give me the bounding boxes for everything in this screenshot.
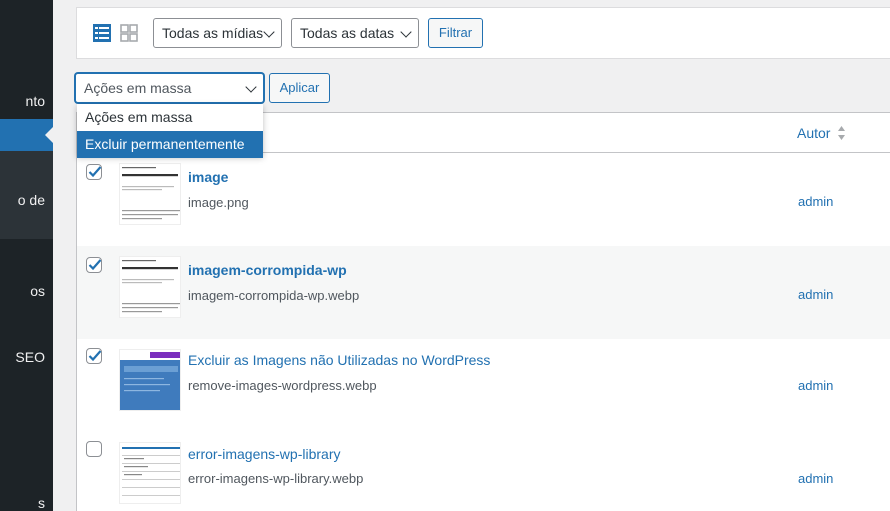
author-link[interactable]: admin (798, 471, 833, 486)
media-title-link[interactable]: error-imagens-wp-library (188, 446, 340, 462)
check-icon (88, 166, 102, 178)
thumbnail-image[interactable] (119, 349, 181, 411)
column-header-author[interactable]: Autor (797, 125, 830, 141)
check-icon (88, 259, 102, 271)
sidebar-item-label[interactable]: o de (18, 192, 45, 208)
chevron-down-icon (245, 81, 257, 93)
sidebar-item-label[interactable]: SEO (15, 349, 45, 365)
grid-view-icon[interactable] (120, 24, 138, 42)
list-view-icon[interactable] (93, 24, 111, 42)
media-filename: error-imagens-wp-library.webp (188, 471, 364, 486)
author-link[interactable]: admin (798, 194, 833, 209)
media-filter-bar: Todas as mídias Todas as datas Filtrar (76, 7, 890, 59)
table-row[interactable]: error-imagens-wp-library error-imagens-w… (77, 432, 890, 511)
bulk-option[interactable]: Ações em massa (77, 104, 263, 131)
table-row[interactable]: imagem-corrompida-wp imagem-corrompida-w… (77, 246, 890, 339)
media-filename: imagem-corrompida-wp.webp (188, 288, 360, 303)
row-checkbox[interactable] (86, 164, 102, 180)
bulk-actions-dropdown: Ações em massa Excluir permanentemente (77, 104, 263, 158)
media-type-select[interactable]: Todas as mídias (153, 18, 282, 48)
bulk-actions-select[interactable]: Ações em massa (75, 73, 264, 103)
thumbnail-image[interactable] (119, 442, 181, 504)
apply-button[interactable]: Aplicar (269, 73, 330, 103)
sort-icon[interactable] (837, 125, 846, 141)
media-table: Autor image image.png admin imagem-corro… (76, 112, 890, 511)
chevron-down-icon (400, 26, 412, 38)
table-row[interactable]: Excluir as Imagens não Utilizadas no Wor… (77, 339, 890, 432)
admin-sidebar: nto o de os SEO s (0, 0, 53, 511)
filter-button[interactable]: Filtrar (428, 18, 483, 48)
bulk-option-delete-permanently[interactable]: Excluir permanentemente (77, 131, 263, 158)
date-value: Todas as datas (300, 25, 395, 41)
sidebar-active-arrow (45, 127, 53, 143)
author-link[interactable]: admin (798, 378, 833, 393)
bulk-actions-value: Ações em massa (84, 80, 192, 96)
row-checkbox[interactable] (86, 348, 102, 364)
sidebar-item-label[interactable]: os (30, 283, 45, 299)
row-checkbox[interactable] (86, 441, 102, 457)
chevron-down-icon (263, 26, 275, 38)
date-select[interactable]: Todas as datas (291, 18, 419, 48)
thumbnail-image[interactable] (119, 163, 181, 225)
table-row[interactable]: image image.png admin (77, 153, 890, 246)
media-filename: image.png (188, 195, 249, 210)
sidebar-item-label[interactable]: nto (26, 93, 45, 109)
media-title-link[interactable]: image (188, 169, 228, 185)
author-link[interactable]: admin (798, 287, 833, 302)
media-filename: remove-images-wordpress.webp (188, 378, 377, 393)
check-icon (88, 350, 102, 362)
row-checkbox[interactable] (86, 257, 102, 273)
media-title-link[interactable]: imagem-corrompida-wp (188, 262, 347, 278)
sidebar-item-label[interactable]: s (38, 495, 45, 511)
thumbnail-image[interactable] (119, 256, 181, 318)
media-title-link[interactable]: Excluir as Imagens não Utilizadas no Wor… (188, 352, 490, 368)
media-type-value: Todas as mídias (162, 25, 264, 41)
